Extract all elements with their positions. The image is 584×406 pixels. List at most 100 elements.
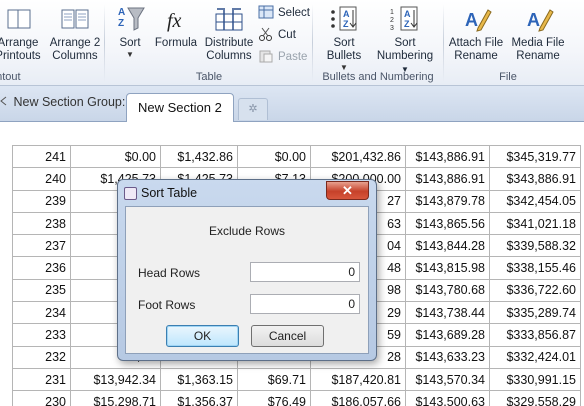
table-cell[interactable]: 230 — [12, 390, 71, 406]
svg-text:A: A — [527, 10, 540, 30]
paste-button[interactable]: Paste — [258, 49, 307, 69]
table-cell[interactable]: $15,298.71 — [70, 390, 161, 406]
sort-bullets-button[interactable]: A Z Sort Bullets ▼ — [318, 2, 370, 72]
sort-bullets-icon: A Z — [328, 4, 360, 34]
table-cell[interactable]: $345,319.77 — [489, 144, 581, 169]
cancel-button[interactable]: Cancel — [251, 325, 324, 347]
section-group-tab[interactable]: New Section Group: — [0, 95, 125, 109]
svg-text:Z: Z — [118, 18, 124, 29]
table-cell[interactable]: $143,500.63 — [405, 390, 490, 406]
table-cell[interactable]: $201,432.86 — [310, 144, 406, 169]
file-group-label: File — [499, 71, 517, 83]
table-cell[interactable]: 239 — [12, 189, 71, 213]
select-button[interactable]: Select — [258, 5, 310, 25]
svg-text:A: A — [465, 10, 478, 30]
sparkle-icon: ✲ — [248, 103, 258, 115]
arrange-printouts-button[interactable]: Arrange Printouts — [0, 2, 46, 63]
table-cell[interactable]: $333,856.87 — [489, 323, 581, 347]
table-cell[interactable]: $335,289.74 — [489, 301, 581, 325]
table-cell[interactable]: $0.00 — [237, 144, 311, 169]
tab-new-section-2[interactable]: New Section 2 — [126, 93, 234, 122]
table-cell[interactable]: 236 — [12, 256, 71, 280]
svg-text:1: 1 — [390, 9, 394, 16]
table-select-icon — [258, 5, 274, 19]
table-cell[interactable]: 240 — [12, 167, 71, 191]
table-cell[interactable]: 241 — [12, 144, 71, 169]
table-cell[interactable]: $343,886.91 — [489, 167, 581, 191]
close-icon: ✕ — [342, 183, 353, 198]
group-separator — [312, 4, 313, 82]
scissors-icon — [258, 27, 274, 41]
table-cell[interactable]: $143,738.44 — [405, 301, 490, 325]
table-cell[interactable]: 231 — [12, 367, 71, 392]
head-rows-input[interactable]: 0 — [250, 262, 360, 282]
table-row[interactable]: 241 $0.00 $1,432.86 $0.00 $201,432.86 $143,88… — [12, 144, 581, 169]
arrange-2-columns-button[interactable]: Arrange 2 Columns — [46, 2, 104, 63]
table-cell[interactable]: 232 — [12, 345, 71, 369]
table-cell[interactable]: 235 — [12, 278, 71, 303]
table-cell[interactable]: $336,722.60 — [489, 278, 581, 303]
attach-file-rename-icon: A — [460, 4, 492, 34]
sort-numbering-button[interactable]: 1 2 3 A Z Sort Numbering ▼ — [372, 2, 438, 76]
dialog-title: Sort Table — [141, 186, 198, 200]
svg-text:fx: fx — [167, 10, 182, 32]
head-rows-label: Head Rows — [138, 266, 201, 280]
table-cell[interactable]: $338,155.46 — [489, 256, 581, 280]
table-cell[interactable]: $143,633.23 — [405, 345, 490, 369]
attach-file-rename-button[interactable]: A Attach File Rename — [445, 2, 507, 63]
table-cell[interactable]: $187,420.81 — [310, 367, 406, 392]
arrow-left-icon — [0, 95, 10, 109]
file-group: A Attach File Rename A Media File Rename… — [445, 0, 571, 86]
table-cell[interactable]: $143,865.56 — [405, 211, 490, 236]
table-row[interactable]: 230 $15,298.71 $1,356.37 $76.49 $186,057.66 $… — [12, 390, 581, 406]
table-cell[interactable]: $143,879.78 — [405, 189, 490, 213]
table-cell[interactable]: $143,886.91 — [405, 144, 490, 169]
table-cell[interactable]: 238 — [12, 211, 71, 236]
table-group-label: Table — [195, 71, 223, 83]
svg-text:A: A — [118, 7, 125, 18]
distribute-columns-icon — [213, 4, 245, 34]
table-cell[interactable]: 233 — [12, 323, 71, 347]
table-row[interactable]: 231 $13,942.34 $1,363.15 $69.71 $187,420.81 $… — [12, 367, 581, 392]
exclude-rows-heading: Exclude Rows — [208, 224, 286, 238]
table-cell[interactable]: $0.00 — [70, 144, 161, 169]
table-cell[interactable]: 237 — [12, 234, 71, 258]
distribute-columns-button[interactable]: Distribute Columns — [200, 2, 258, 63]
table-cell[interactable]: $143,780.68 — [405, 278, 490, 303]
table-cell[interactable]: $332,424.01 — [489, 345, 581, 369]
new-section-tab-button[interactable]: ✲ — [238, 98, 268, 120]
cut-button[interactable]: Cut — [258, 27, 296, 47]
table-cell[interactable]: $76.49 — [237, 390, 311, 406]
dialog-body: Exclude Rows Head Rows 0 Foot Rows 0 OK … — [125, 206, 369, 354]
clipboard-icon — [258, 49, 274, 63]
table-cell[interactable]: $186,057.66 — [310, 390, 406, 406]
sort-button[interactable]: A Z Sort ▼ — [108, 2, 152, 59]
table-cell[interactable]: $1,363.15 — [160, 367, 238, 392]
table-cell[interactable]: $329,558.29 — [489, 390, 581, 406]
table-cell[interactable]: $330,991.15 — [489, 367, 581, 392]
table-cell[interactable]: $143,815.98 — [405, 256, 490, 280]
svg-text:A: A — [404, 9, 411, 19]
table-cell[interactable]: $1,432.86 — [160, 144, 238, 169]
table-cell[interactable]: $69.71 — [237, 367, 311, 392]
media-file-rename-button[interactable]: A Media File Rename — [507, 2, 569, 63]
table-cell[interactable]: $1,356.37 — [160, 390, 238, 406]
table-cell[interactable]: $143,570.34 — [405, 367, 490, 392]
close-button[interactable]: ✕ — [326, 181, 369, 200]
table-cell[interactable]: $341,021.18 — [489, 211, 581, 236]
table-cell[interactable]: $143,844.28 — [405, 234, 490, 258]
group-separator — [443, 4, 444, 82]
ok-button[interactable]: OK — [166, 325, 239, 347]
svg-text:2: 2 — [390, 17, 394, 24]
arrange-printouts-icon — [2, 4, 34, 34]
table-cell[interactable]: $342,454.05 — [489, 189, 581, 213]
formula-button[interactable]: fx Formula — [152, 2, 200, 50]
table-cell[interactable]: $13,942.34 — [70, 367, 161, 392]
svg-text:Z: Z — [404, 19, 410, 29]
table-cell[interactable]: $143,886.91 — [405, 167, 490, 191]
dialog-app-icon — [124, 187, 137, 200]
foot-rows-input[interactable]: 0 — [250, 294, 360, 314]
table-cell[interactable]: $143,689.28 — [405, 323, 490, 347]
table-cell[interactable]: 234 — [12, 301, 71, 325]
table-cell[interactable]: $339,588.32 — [489, 234, 581, 258]
